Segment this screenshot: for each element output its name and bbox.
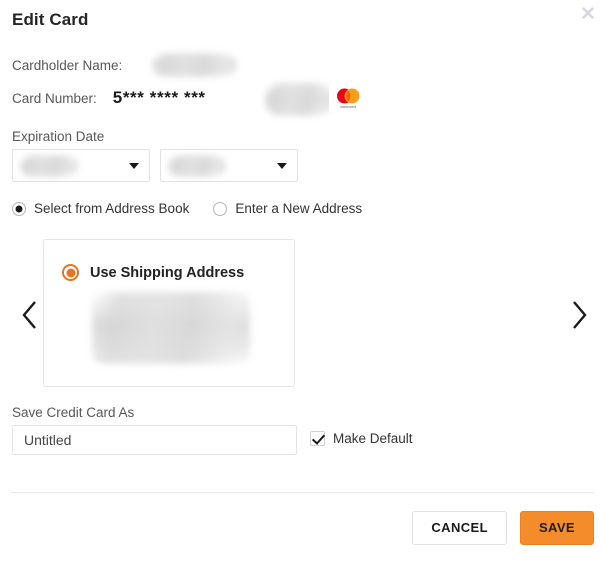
save-button[interactable]: SAVE [519, 511, 594, 545]
address-lines-redacted [92, 292, 250, 364]
svg-text:mastercard: mastercard [340, 105, 356, 109]
address-card-header: Use Shipping Address [62, 264, 294, 281]
chevron-right-icon[interactable] [562, 295, 596, 335]
radio-label: Enter a New Address [235, 201, 363, 216]
address-card[interactable]: Use Shipping Address [43, 239, 295, 387]
cardholder-name-label: Cardholder Name: [12, 57, 123, 73]
expiration-date-label: Expiration Date [12, 129, 105, 144]
cardholder-name-value-redacted [152, 53, 238, 77]
expiration-year-value-redacted [168, 155, 226, 177]
expiration-month-value-redacted [20, 155, 78, 177]
chevron-left-icon[interactable] [12, 295, 46, 335]
chevron-left-glyph [21, 301, 36, 329]
save-credit-card-as-input[interactable] [12, 425, 297, 455]
card-number-label: Card Number: [12, 90, 97, 106]
footer-actions: CANCEL SAVE [412, 511, 594, 545]
address-mode-group: Select from Address Book Enter a New Add… [12, 201, 362, 216]
close-icon[interactable]: ✕ [576, 2, 600, 26]
address-card-title: Use Shipping Address [90, 264, 245, 281]
mastercard-icon: mastercard [329, 84, 367, 112]
expiration-year-select[interactable] [160, 149, 298, 182]
expiration-month-select[interactable] [12, 149, 150, 182]
radio-indicator [213, 201, 228, 216]
page-title: Edit Card [12, 10, 89, 29]
make-default-label: Make Default [333, 431, 413, 446]
card-number-row: Card Number: 5*** **** *** [12, 88, 206, 108]
card-number-redaction [265, 83, 333, 116]
radio-label: Select from Address Book [34, 201, 190, 216]
chevron-right-glyph [572, 301, 587, 329]
radio-select-from-address-book[interactable]: Select from Address Book [12, 201, 189, 216]
card-number-value: 5*** **** *** [112, 88, 206, 107]
save-credit-card-as-label: Save Credit Card As [12, 405, 135, 420]
checkmark-icon [310, 431, 325, 446]
address-card-radio-indicator[interactable] [62, 264, 79, 281]
chevron-down-icon [129, 162, 139, 169]
footer-divider [11, 492, 594, 493]
cardholder-name-row: Cardholder Name: [12, 53, 238, 77]
make-default-checkbox[interactable]: Make Default [310, 431, 413, 446]
chevron-down-icon [277, 162, 287, 169]
radio-indicator [12, 201, 26, 216]
radio-enter-a-new-address[interactable]: Enter a New Address [213, 201, 362, 216]
cancel-button[interactable]: CANCEL [412, 511, 507, 545]
